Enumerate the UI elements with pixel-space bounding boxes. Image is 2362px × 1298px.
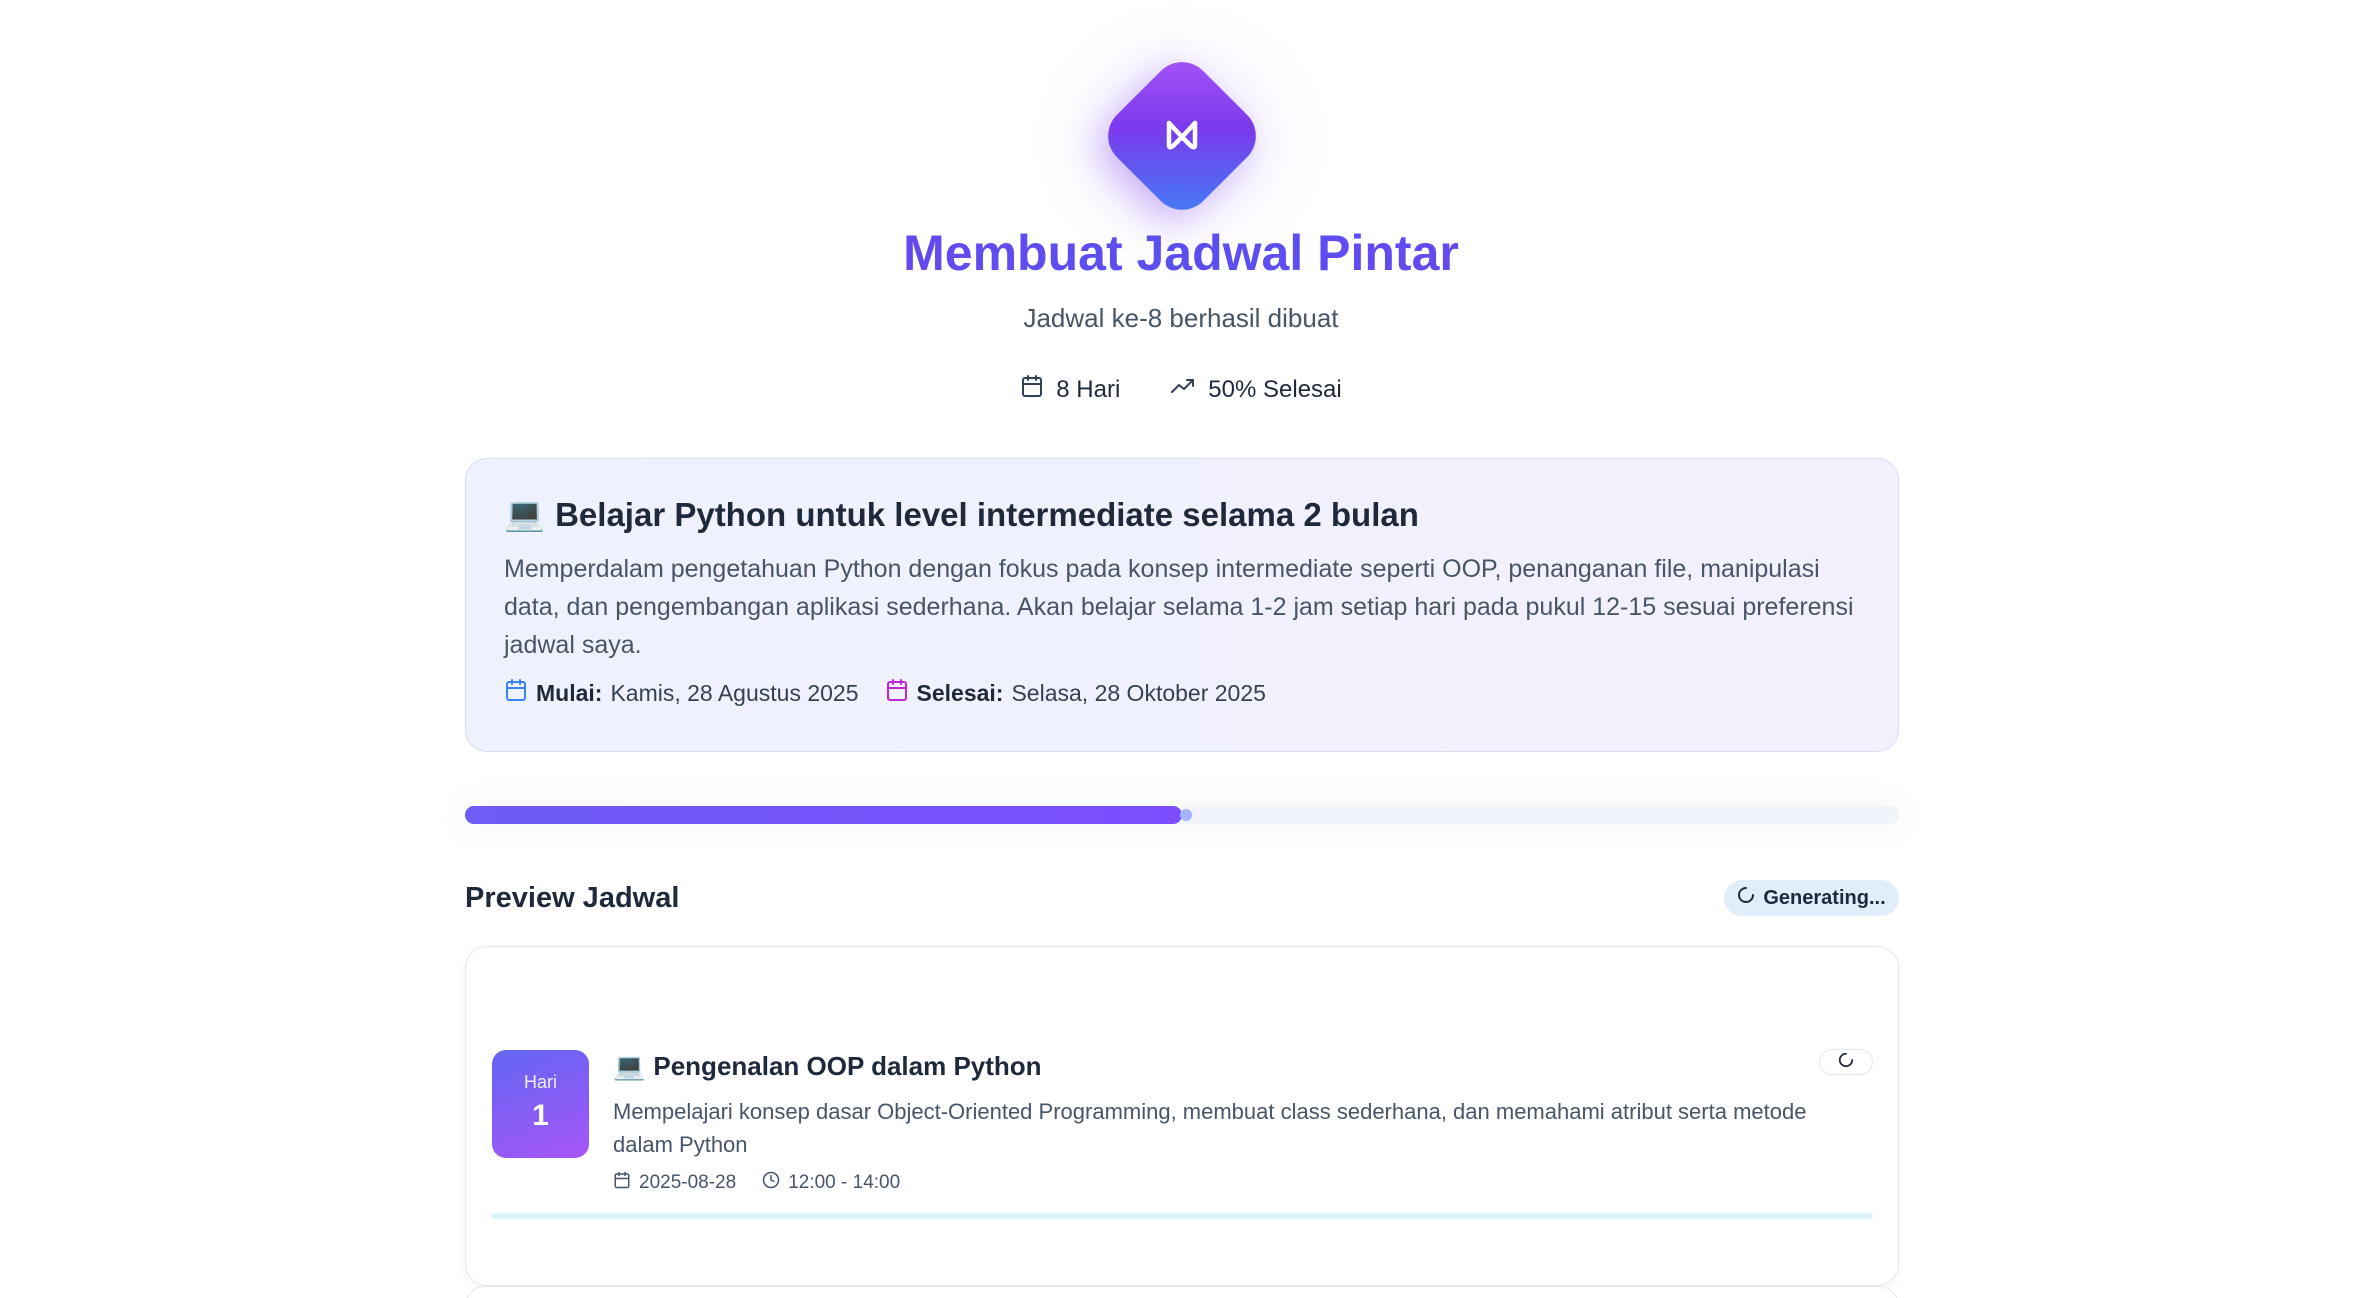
spinner-icon xyxy=(1737,886,1755,910)
progress-bar xyxy=(465,806,1899,824)
stat-days: 8 Hari xyxy=(1020,374,1120,405)
laptop-icon: 💻 xyxy=(504,495,546,532)
calendar-end-icon xyxy=(885,678,909,708)
task-title: Pengenalan OOP dalam Python xyxy=(653,1051,1042,1081)
task-date: 2025-08-28 xyxy=(613,1171,736,1195)
end-label: Selesai: xyxy=(916,679,1004,706)
schedule-item-card[interactable] xyxy=(465,1286,1899,1298)
schedule-item-card[interactable]: Hari 1 💻 Pengenalan OOP dalam Python Mem… xyxy=(465,946,1899,1286)
goal-title-row: 💻 Belajar Python untuk level intermediat… xyxy=(504,495,1860,534)
goal-dates: Mulai: Kamis, 28 Agustus 2025 Selesai: S… xyxy=(504,678,1860,708)
end-value: Selasa, 28 Oktober 2025 xyxy=(1011,679,1266,706)
calendar-icon xyxy=(1020,374,1044,405)
spinner-icon xyxy=(1838,1052,1854,1073)
page-subtitle: Jadwal ke-8 berhasil dibuat xyxy=(1023,303,1339,333)
stat-days-label: 8 Hari xyxy=(1056,375,1121,403)
summary-stats: 8 Hari 50% Selesai xyxy=(0,374,2362,405)
stat-completion-label: 50% Selesai xyxy=(1208,375,1342,403)
task-title-row: 💻 Pengenalan OOP dalam Python xyxy=(613,1051,1042,1082)
task-progress-bar xyxy=(492,1213,1873,1219)
goal-start-date: Mulai: Kamis, 28 Agustus 2025 xyxy=(504,678,859,708)
calendar-icon xyxy=(613,1171,631,1195)
task-time: 12:00 - 14:00 xyxy=(762,1171,900,1195)
task-meta: 2025-08-28 12:00 - 14:00 xyxy=(613,1171,900,1195)
page-title: Membuat Jadwal Pintar xyxy=(0,224,2362,282)
wave-w-icon xyxy=(1151,105,1213,167)
trending-up-icon xyxy=(1170,374,1196,405)
goal-description: Memperdalam pengetahuan Python dengan fo… xyxy=(504,555,1854,659)
task-date-value: 2025-08-28 xyxy=(639,1172,737,1193)
start-value: Kamis, 28 Agustus 2025 xyxy=(610,679,859,706)
goal-end-date: Selesai: Selasa, 28 Oktober 2025 xyxy=(885,678,1266,708)
generating-status-badge: Generating... xyxy=(1724,880,1899,916)
progress-indicator xyxy=(1180,809,1192,821)
day-badge-number: 1 xyxy=(532,1099,549,1132)
goal-title: Belajar Python untuk level intermediate … xyxy=(555,495,1419,533)
day-badge-label: Hari xyxy=(523,1072,557,1092)
task-status-toggle[interactable] xyxy=(1819,1049,1873,1075)
calendar-start-icon xyxy=(504,678,528,708)
progress-fill xyxy=(465,806,1182,824)
task-description: Mempelajari konsep dasar Object-Oriented… xyxy=(613,1099,1807,1157)
task-time-value: 12:00 - 14:00 xyxy=(788,1172,901,1193)
goal-card: 💻 Belajar Python untuk level intermediat… xyxy=(465,458,1899,752)
laptop-icon: 💻 xyxy=(613,1051,646,1081)
stat-completion: 50% Selesai xyxy=(1170,374,1342,405)
day-badge: Hari 1 xyxy=(492,1050,589,1158)
generating-status-label: Generating... xyxy=(1763,886,1886,909)
page: Membuat Jadwal Pintar Jadwal ke-8 berhas… xyxy=(0,0,2362,1298)
start-label: Mulai: xyxy=(536,679,603,706)
clock-icon xyxy=(762,1171,780,1195)
preview-heading: Preview Jadwal xyxy=(465,882,680,914)
